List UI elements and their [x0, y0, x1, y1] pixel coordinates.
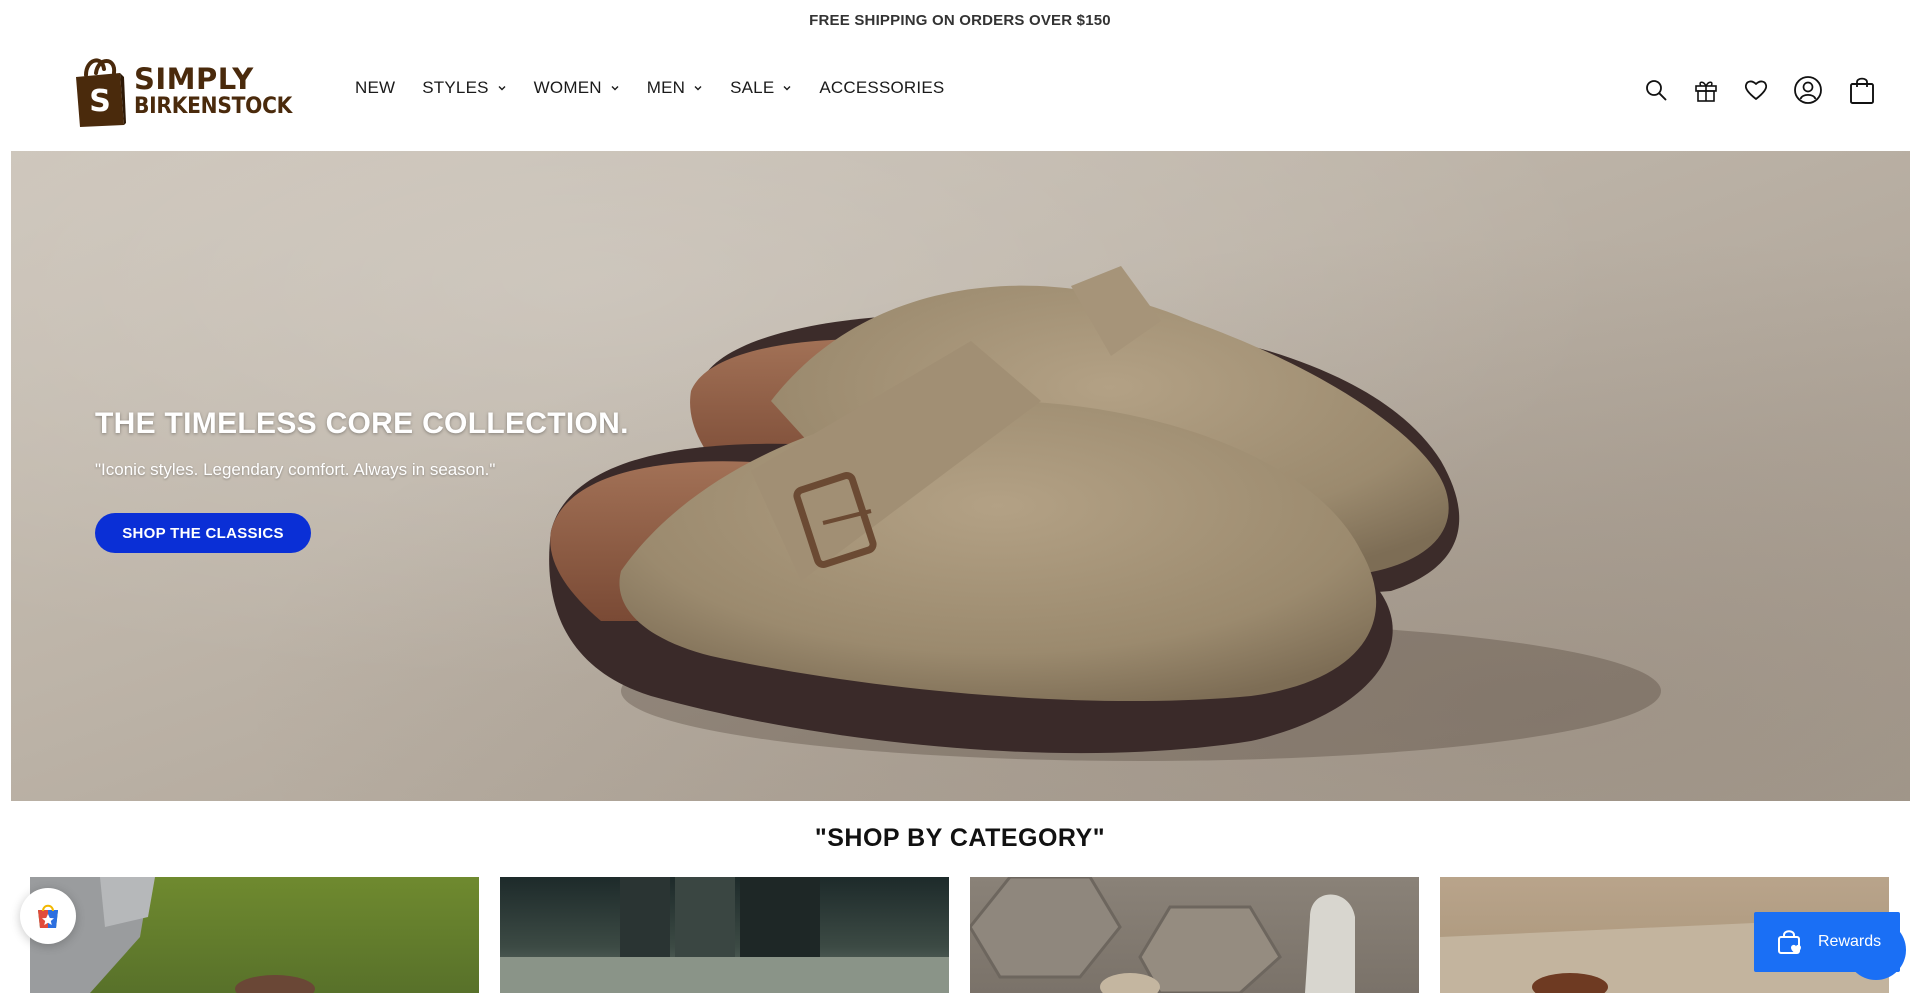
nav-item-label: SALE: [730, 77, 775, 97]
main-nav: NEW STYLES WOMEN MEN SALE ACCESSORIES: [355, 32, 971, 143]
category-card[interactable]: [30, 877, 479, 993]
category-image: [500, 877, 949, 993]
nav-item-label: STYLES: [422, 77, 489, 97]
account-icon[interactable]: [1792, 74, 1824, 106]
cart-icon[interactable]: [1846, 74, 1878, 106]
chevron-down-icon: [782, 83, 792, 93]
logo-line-1: SIMPLY: [134, 61, 254, 96]
hero-title: THE TIMELESS CORE COLLECTION.: [95, 407, 629, 440]
nav-item-accessories[interactable]: ACCESSORIES: [819, 78, 944, 98]
chevron-down-icon: [610, 83, 620, 93]
rewards-label: Rewards: [1818, 933, 1882, 950]
category-card[interactable]: [500, 877, 949, 993]
nav-item-sale[interactable]: SALE: [730, 78, 792, 98]
header-actions: [1642, 74, 1878, 106]
category-image: [970, 877, 1355, 993]
gift-icon[interactable]: [1692, 76, 1720, 104]
nav-item-new[interactable]: NEW: [355, 78, 395, 98]
gift-bag-heart-icon: [1776, 928, 1804, 956]
nav-item-label: ACCESSORIES: [819, 77, 945, 97]
loyalty-badge-button[interactable]: [20, 888, 76, 944]
shopping-bag-logo-icon: S: [76, 58, 126, 127]
shopping-bag-star-icon: [38, 904, 58, 928]
chevron-down-icon: [693, 83, 703, 93]
nav-item-women[interactable]: WOMEN: [534, 78, 620, 98]
hero-banner[interactable]: THE TIMELESS CORE COLLECTION. "Iconic st…: [11, 151, 1910, 801]
nav-item-men[interactable]: MEN: [647, 78, 703, 98]
shop-the-classics-button[interactable]: SHOP THE CLASSICS: [95, 513, 311, 553]
category-card[interactable]: [970, 877, 1419, 993]
chevron-down-icon: [497, 83, 507, 93]
shop-by-category-title: "SHOP BY CATEGORY": [814, 824, 1106, 852]
site-header: S SIMPLY BIRKENSTOCK NEW STYLES WOMEN ME…: [0, 40, 1920, 151]
logo[interactable]: S SIMPLY BIRKENSTOCK: [72, 52, 306, 130]
logo-line-2: BIRKENSTOCK: [134, 93, 293, 119]
nav-item-styles[interactable]: STYLES: [422, 78, 506, 98]
nav-item-label: NEW: [355, 77, 396, 97]
nav-item-label: WOMEN: [533, 77, 602, 97]
logo-text: SIMPLY BIRKENSTOCK: [134, 61, 306, 119]
hero-subtitle: "Iconic styles. Legendary comfort. Alway…: [95, 460, 496, 479]
svg-text:S: S: [89, 84, 111, 119]
rewards-button[interactable]: Rewards: [1754, 912, 1900, 972]
category-grid: [30, 877, 1890, 993]
category-image: [30, 877, 315, 993]
nav-item-label: MEN: [646, 77, 686, 97]
announcement-text: FREE SHIPPING ON ORDERS OVER $150: [809, 11, 1111, 29]
search-icon[interactable]: [1642, 76, 1670, 104]
heart-icon[interactable]: [1742, 76, 1770, 104]
